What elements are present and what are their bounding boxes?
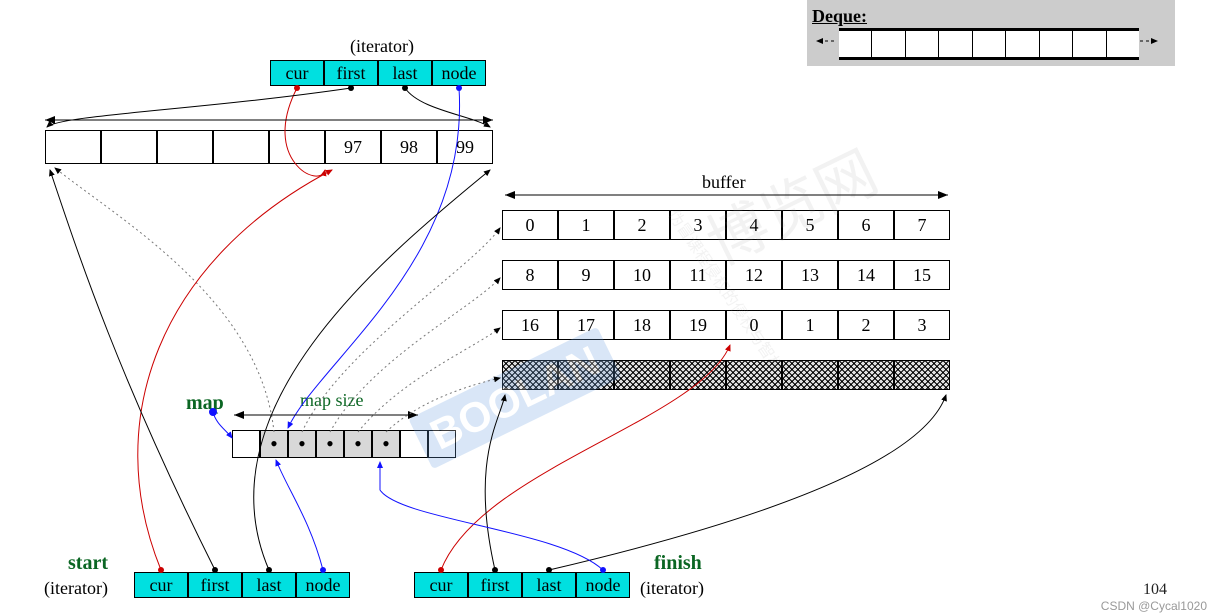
- deque-label: Deque:: [812, 6, 867, 27]
- buf-cell: 2: [838, 310, 894, 340]
- start-iter-last: last: [242, 572, 296, 598]
- finish-iter-cur: cur: [414, 572, 468, 598]
- deque-seg: [839, 31, 872, 57]
- buf-cell: 13: [782, 260, 838, 290]
- start-label: start: [68, 552, 108, 575]
- buf-cell: 15: [894, 260, 950, 290]
- top-buffer: 97 98 99: [45, 130, 493, 164]
- buf-cell-hatched: [838, 360, 894, 390]
- finish-iter-node: node: [576, 572, 630, 598]
- start-iter-cur: cur: [134, 572, 188, 598]
- finish-iter-last: last: [522, 572, 576, 598]
- map-cell: •: [260, 430, 288, 458]
- top-iter-node: node: [432, 60, 486, 86]
- buf-cell: 14: [838, 260, 894, 290]
- deque-seg: [1107, 31, 1139, 57]
- start-iter-first: first: [188, 572, 242, 598]
- deque-seg: [1073, 31, 1106, 57]
- deque-seg: [939, 31, 972, 57]
- start-iter-node: node: [296, 572, 350, 598]
- buf-cell: 98: [381, 130, 437, 164]
- map-label: map: [186, 392, 224, 415]
- buf-cell: 8: [502, 260, 558, 290]
- top-iter-cur: cur: [270, 60, 324, 86]
- buf-cell: 1: [782, 310, 838, 340]
- buf-cell: 2: [614, 210, 670, 240]
- top-iter-last: last: [378, 60, 432, 86]
- buf-cell-hatched: [670, 360, 726, 390]
- top-iter-first: first: [324, 60, 378, 86]
- buf-cell: 10: [614, 260, 670, 290]
- finish-sub: (iterator): [640, 578, 704, 599]
- buf-cell: 9: [558, 260, 614, 290]
- buf-cell: 99: [437, 130, 493, 164]
- credit: CSDN @Cycal1020: [1101, 599, 1207, 613]
- buf-cell-hatched: [269, 130, 325, 164]
- map-cell: •: [372, 430, 400, 458]
- deque-strip: [839, 28, 1139, 60]
- buffer-row-2: 16 17 18 19 0 1 2 3: [502, 310, 950, 340]
- watermark-brand-en: BOOLAN: [408, 327, 621, 469]
- deque-seg: [906, 31, 939, 57]
- deque-seg: [1040, 31, 1073, 57]
- deque-seg: [1006, 31, 1039, 57]
- map-cell: •: [316, 430, 344, 458]
- buf-cell: 97: [325, 130, 381, 164]
- finish-iterator-row: cur first last node: [414, 572, 630, 598]
- buf-cell-hatched: [45, 130, 101, 164]
- deque-mini-figure: Deque:: [807, 0, 1175, 66]
- buf-cell: 7: [894, 210, 950, 240]
- deque-seg: [872, 31, 905, 57]
- start-sub: (iterator): [44, 578, 108, 599]
- iterator-title: (iterator): [350, 36, 414, 57]
- top-iterator-row: cur first last node: [270, 60, 486, 86]
- buf-cell-hatched: [894, 360, 950, 390]
- arrows-overlay: [0, 0, 1215, 615]
- buf-cell: 0: [502, 210, 558, 240]
- deque-seg: [973, 31, 1006, 57]
- buf-cell-hatched: [213, 130, 269, 164]
- buf-cell: 1: [558, 210, 614, 240]
- finish-iter-first: first: [468, 572, 522, 598]
- buf-cell: 16: [502, 310, 558, 340]
- page-number: 104: [1143, 581, 1167, 599]
- map-cell: •: [288, 430, 316, 458]
- buf-cell: 18: [614, 310, 670, 340]
- buf-cell: 19: [670, 310, 726, 340]
- map-size-label: map size: [300, 390, 363, 411]
- buf-cell-hatched: [101, 130, 157, 164]
- buf-cell: 3: [894, 310, 950, 340]
- buf-cell-hatched: [157, 130, 213, 164]
- finish-label: finish: [654, 552, 702, 575]
- map-cell: [232, 430, 260, 458]
- buf-cell-hatched: [614, 360, 670, 390]
- start-iterator-row: cur first last node: [134, 572, 350, 598]
- map-cell: •: [344, 430, 372, 458]
